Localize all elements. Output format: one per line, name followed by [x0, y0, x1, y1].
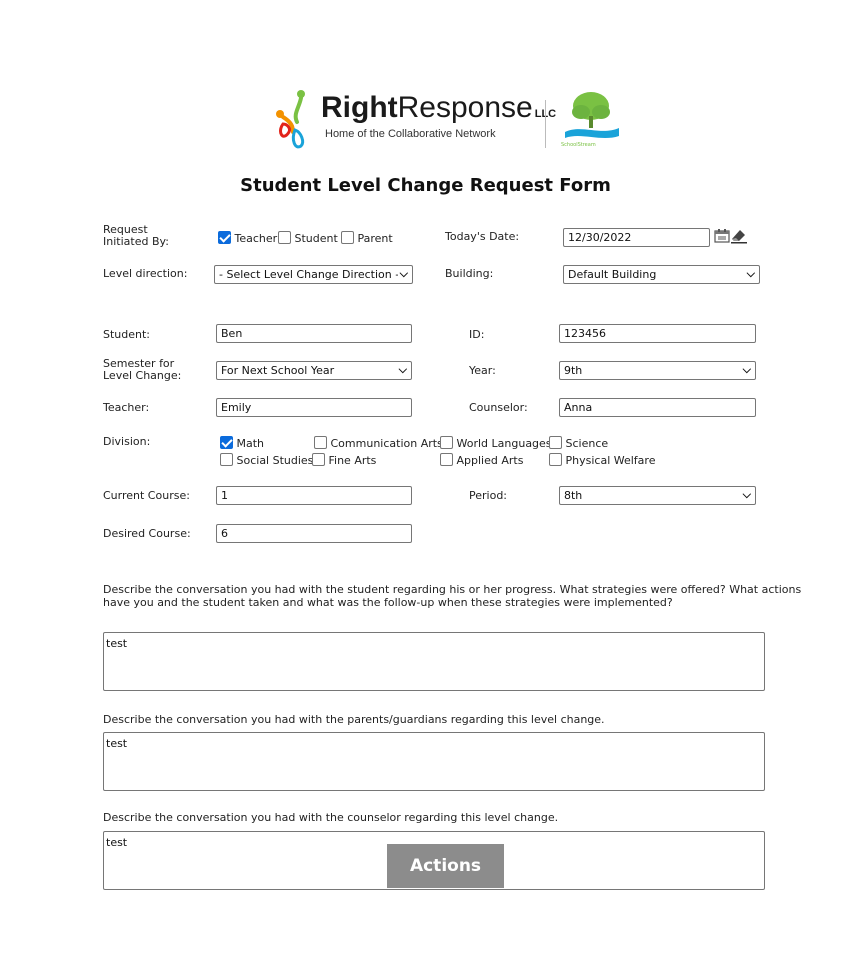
parents-conversation-prompt: Describe the conversation you had with t… — [103, 713, 605, 726]
student-conversation-prompt: Describe the conversation you had with t… — [103, 583, 802, 609]
actions-button[interactable]: Actions — [387, 844, 504, 888]
id-label: ID: — [469, 328, 485, 341]
year-select[interactable]: 9th ⌵ — [559, 361, 756, 380]
division-math-label: Math — [236, 437, 265, 450]
todays-date-label: Today's Date: — [445, 230, 520, 243]
period-value: 8th — [564, 489, 583, 502]
request-initiated-label: Request Initiated By: — [103, 223, 169, 248]
division-math-option[interactable]: Math — [220, 436, 264, 450]
id-input[interactable]: 123456 — [559, 324, 756, 343]
division-world-languages-checkbox[interactable] — [440, 436, 453, 449]
student-label: Student: — [103, 328, 151, 341]
calendar-icon[interactable] — [714, 229, 730, 243]
division-physical-welfare-checkbox[interactable] — [549, 453, 562, 466]
semester-value: For Next School Year — [221, 364, 335, 377]
counselor-label: Counselor: — [469, 401, 528, 414]
division-science-option[interactable]: Science — [549, 436, 608, 450]
initiated-teacher-option[interactable]: Teacher — [218, 231, 277, 245]
chevron-down-icon: ⌵ — [397, 267, 408, 280]
division-science-checkbox[interactable] — [549, 436, 562, 449]
brand-name-light: Response — [397, 91, 533, 124]
division-label: Division: — [103, 435, 151, 448]
desired-course-input[interactable]: 6 — [216, 524, 412, 543]
todays-date-input[interactable]: 12/30/2022 — [563, 228, 710, 247]
logo-divider — [545, 100, 546, 148]
parents-conversation-textarea[interactable]: test — [103, 732, 765, 791]
counselor-conversation-prompt: Describe the conversation you had with t… — [103, 811, 559, 824]
current-course-label: Current Course: — [103, 489, 190, 502]
chevron-down-icon: ⌵ — [742, 488, 751, 501]
semester-label: Semester for Level Change: — [103, 357, 182, 382]
division-communication-arts-label: Communication Arts — [330, 437, 443, 450]
semester-select[interactable]: For Next School Year ⌵ — [216, 361, 412, 380]
year-value: 9th — [564, 364, 583, 377]
tree-icon — [565, 92, 619, 138]
division-applied-arts-option[interactable]: Applied Arts — [440, 453, 523, 467]
chevron-down-icon: ⌵ — [398, 363, 407, 376]
division-communication-arts-checkbox[interactable] — [314, 436, 327, 449]
division-applied-arts-label: Applied Arts — [456, 454, 524, 467]
form-title: Student Level Change Request Form — [240, 175, 611, 196]
partner-name: SchoolStream — [561, 142, 596, 148]
year-label: Year: — [469, 364, 496, 377]
initiated-parent-checkbox[interactable] — [341, 231, 354, 244]
initiated-parent-label: Parent — [357, 232, 393, 245]
building-value: Default Building — [568, 268, 657, 281]
division-communication-arts-option[interactable]: Communication Arts — [314, 436, 443, 450]
rightresponse-logo-icon — [276, 90, 305, 149]
initiated-teacher-checkbox[interactable] — [218, 231, 231, 244]
teacher-input[interactable]: Emily — [216, 398, 412, 417]
period-label: Period: — [469, 489, 508, 502]
student-input[interactable]: Ben — [216, 324, 412, 343]
level-direction-select[interactable]: - Select Level Change Direction - ⌵ — [214, 265, 413, 284]
division-science-label: Science — [565, 437, 609, 450]
teacher-label: Teacher: — [103, 401, 150, 414]
division-social-studies-label: Social Studies — [236, 454, 314, 467]
student-conversation-textarea[interactable]: test — [103, 632, 765, 691]
initiated-parent-option[interactable]: Parent — [341, 231, 393, 245]
level-direction-label: Level direction: — [103, 267, 188, 280]
division-physical-welfare-option[interactable]: Physical Welfare — [549, 453, 655, 467]
brand-name-bold: Right — [321, 91, 398, 124]
division-fine-arts-checkbox[interactable] — [312, 453, 325, 466]
current-course-input[interactable]: 1 — [216, 486, 412, 505]
chevron-down-icon: ⌵ — [746, 267, 755, 280]
division-applied-arts-checkbox[interactable] — [440, 453, 453, 466]
initiated-student-checkbox[interactable] — [278, 231, 291, 244]
building-select[interactable]: Default Building ⌵ — [563, 265, 760, 284]
division-math-checkbox[interactable] — [220, 436, 233, 449]
period-select[interactable]: 8th ⌵ — [559, 486, 756, 505]
chevron-down-icon: ⌵ — [742, 363, 751, 376]
division-world-languages-option[interactable]: World Languages — [440, 436, 552, 450]
division-fine-arts-option[interactable]: Fine Arts — [312, 453, 376, 467]
brand-tagline: Home of the Collaborative Network — [325, 128, 496, 140]
division-social-studies-checkbox[interactable] — [220, 453, 233, 466]
eraser-icon[interactable] — [731, 228, 747, 244]
initiated-student-label: Student — [294, 232, 338, 245]
division-social-studies-option[interactable]: Social Studies — [220, 453, 313, 467]
level-direction-value: - Select Level Change Direction - — [219, 268, 400, 281]
initiated-student-option[interactable]: Student — [278, 231, 338, 245]
division-physical-welfare-label: Physical Welfare — [565, 454, 656, 467]
desired-course-label: Desired Course: — [103, 527, 191, 540]
brand-logo: RightResponseLLC Home of the Collaborati… — [271, 88, 631, 152]
division-fine-arts-label: Fine Arts — [328, 454, 377, 467]
division-world-languages-label: World Languages — [456, 437, 552, 450]
initiated-teacher-label: Teacher — [234, 232, 278, 245]
counselor-input[interactable]: Anna — [559, 398, 756, 417]
building-label: Building: — [445, 267, 494, 280]
